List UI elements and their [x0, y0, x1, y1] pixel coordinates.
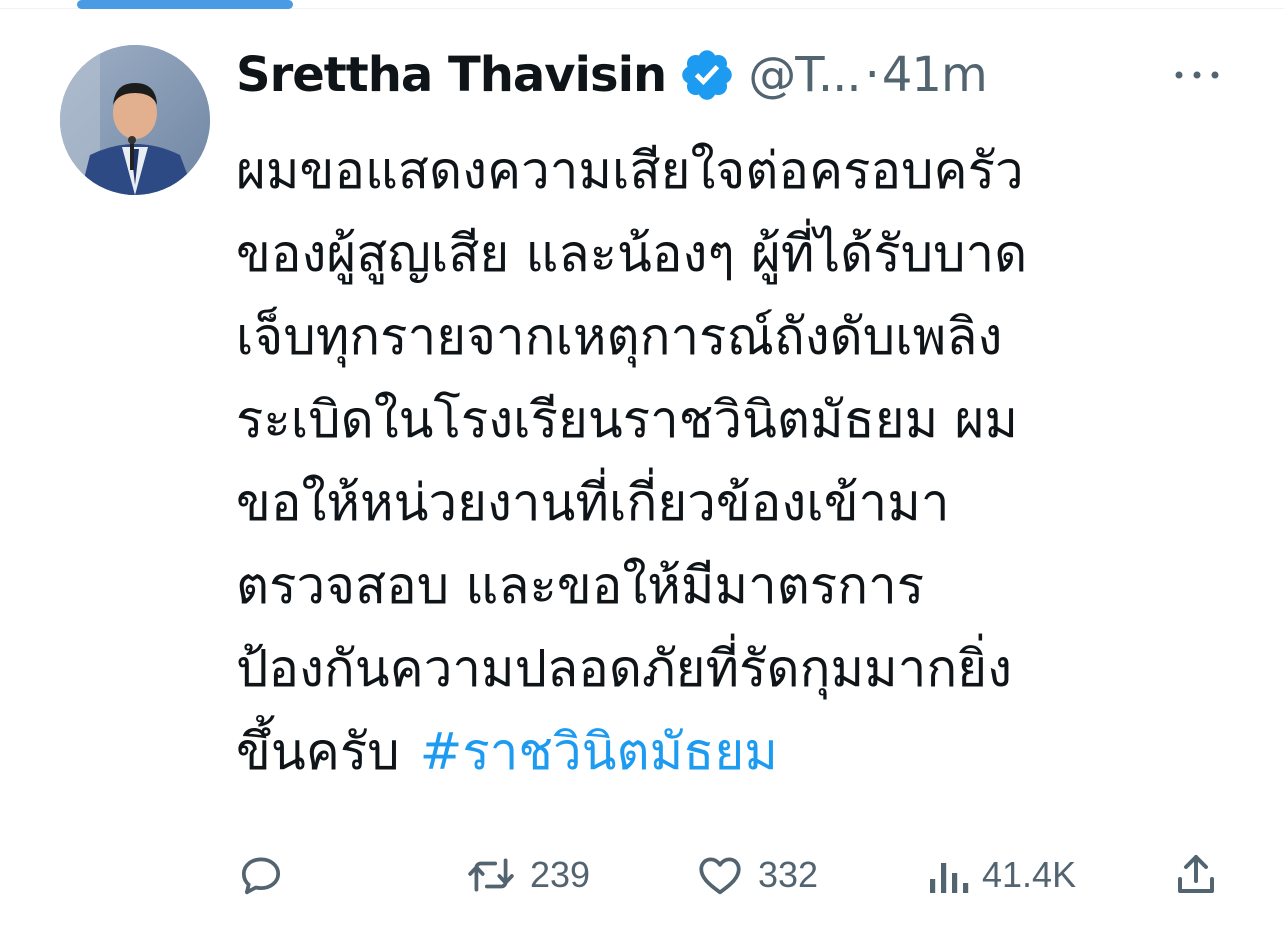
- views-count: 41.4K: [982, 854, 1077, 895]
- header-separator: ·: [864, 47, 880, 103]
- tweet-text-line: ขอให้หน่วยงานที่เกี่ยวข้องเข้ามา: [236, 474, 950, 533]
- avatar[interactable]: [60, 45, 210, 195]
- retweet-count: 239: [530, 854, 591, 895]
- more-options-button[interactable]: [1170, 58, 1224, 92]
- like-button[interactable]: 332: [694, 845, 818, 905]
- verified-badge-icon: [678, 46, 736, 104]
- views-icon: [930, 863, 969, 893]
- more-options-icon: [1175, 71, 1219, 79]
- tweet-text-line: เจ็บทุกรายจากเหตุการณ์ถังดับเพลิง: [236, 308, 1003, 367]
- tweet-text-last-line: ขึ้นครับ #ราชวินิตมัธยม: [236, 711, 1246, 794]
- tweet-text: ผมขอแสดงความเสียใจต่อครอบครัว ของผู้สูญเ…: [236, 130, 1246, 794]
- heart-icon: [699, 857, 741, 895]
- hashtag-link[interactable]: #ราชวินิตมัธยม: [420, 723, 778, 782]
- tweet-header: Srettha Thavisin @T... · 41m: [236, 40, 988, 110]
- tweet-text-line: ระเบิดในโรงเรียนราชวินิตมัธยม ผม: [236, 391, 1018, 450]
- retweet-button[interactable]: 239: [464, 845, 590, 905]
- tweet-text-line: ขึ้นครับ: [236, 723, 400, 782]
- reply-button[interactable]: [236, 845, 298, 905]
- like-count: 332: [758, 854, 819, 895]
- tweet-text-line: ตรวจสอบ และขอให้มีมาตรการ: [236, 557, 925, 616]
- tweet-actions-bar: 239 332 41.4K: [236, 845, 1226, 905]
- tweet-text-line: ป้องกันความปลอดภัยที่รัดกุมมากยิ่ง: [236, 640, 1013, 699]
- tweet-view: Srettha Thavisin @T... · 41m ผมขอแสดงควา…: [0, 0, 1284, 929]
- tweet-text-line: ของผู้สูญเสีย และน้องๆ ผู้ที่ได้รับบาด: [236, 225, 1028, 284]
- views-button[interactable]: 41.4K: [926, 845, 1076, 905]
- active-tab-indicator: [77, 0, 293, 9]
- author-display-name[interactable]: Srettha Thavisin: [236, 47, 667, 103]
- share-icon: [1178, 855, 1214, 893]
- retweet-icon: [468, 858, 514, 892]
- author-handle[interactable]: @T...: [748, 47, 861, 103]
- share-button[interactable]: [1172, 845, 1220, 905]
- reply-icon: [241, 857, 281, 895]
- tweet-timestamp[interactable]: 41m: [882, 47, 988, 103]
- tweet-text-line: ผมขอแสดงความเสียใจต่อครอบครัว: [236, 142, 1024, 201]
